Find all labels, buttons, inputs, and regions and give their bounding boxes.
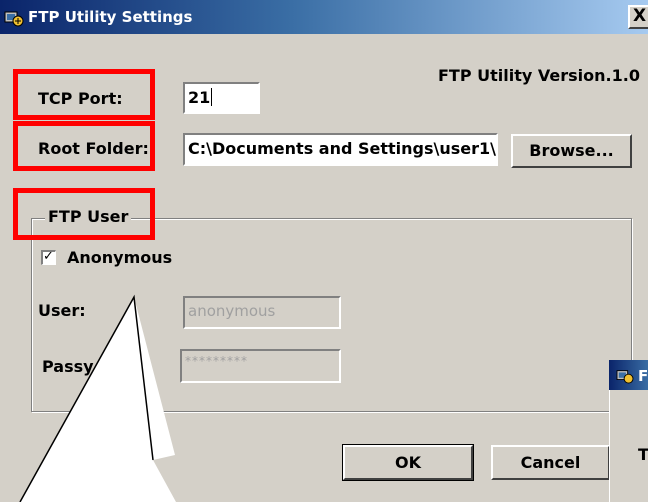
callout-pointer [19, 294, 176, 502]
